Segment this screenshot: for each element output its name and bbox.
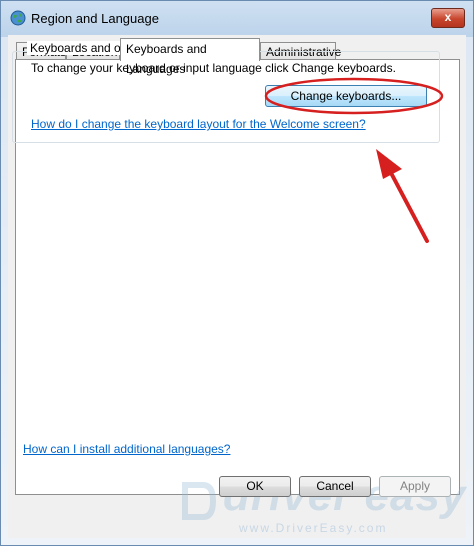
close-button[interactable]: x: [431, 8, 465, 28]
instruction-text: To change your keyboard or input languag…: [31, 61, 396, 75]
window-title: Region and Language: [31, 11, 159, 26]
title-bar[interactable]: Region and Language x: [1, 1, 473, 35]
close-icon: x: [444, 10, 452, 24]
globe-icon: [10, 10, 26, 26]
watermark-logo-icon: [182, 482, 217, 520]
install-languages-help-link[interactable]: How can I install additional languages?: [23, 442, 230, 456]
dialog-window: Region and Language x Formats Location K…: [0, 0, 474, 546]
apply-button[interactable]: Apply: [379, 476, 451, 497]
cancel-button[interactable]: Cancel: [299, 476, 371, 497]
ok-button[interactable]: OK: [219, 476, 291, 497]
welcome-screen-help-link[interactable]: How do I change the keyboard layout for …: [31, 117, 366, 131]
change-keyboards-button[interactable]: Change keyboards...: [265, 85, 427, 107]
watermark-url: www.DriverEasy.com: [239, 521, 388, 535]
tab-keyboards-and-languages[interactable]: Keyboards and Languages: [120, 38, 260, 76]
